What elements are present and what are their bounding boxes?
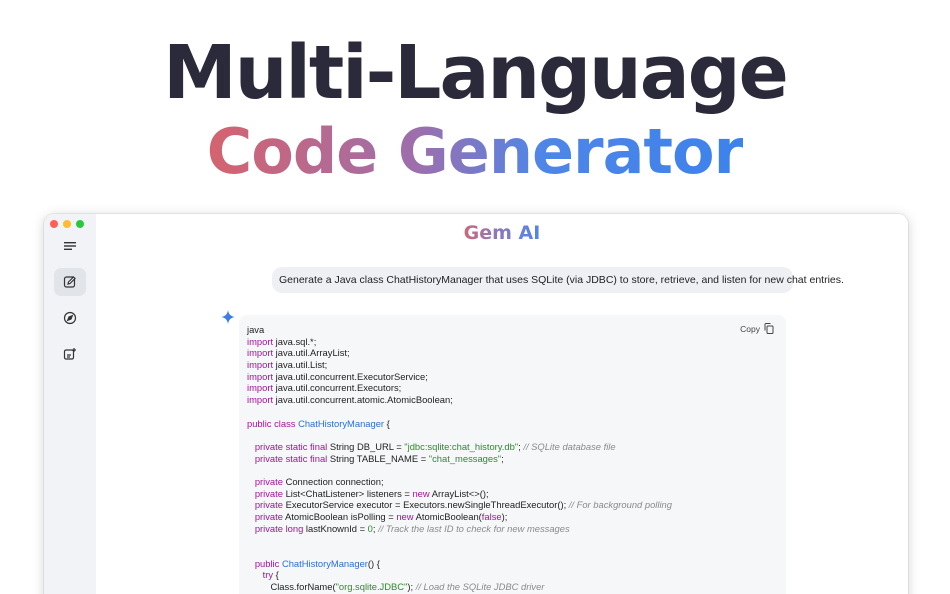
code-line: import java.util.ArrayList; (247, 347, 350, 359)
code-content: java import java.sql.*; import java.util… (247, 324, 776, 593)
code-line: private List<ChatListener> listeners = n… (254, 487, 489, 499)
code-language: java (247, 324, 265, 335)
code-line: Class.forName("org.sqlite.JDBC"); // Loa… (270, 581, 545, 593)
app-title: Gem AI (463, 222, 541, 244)
add-note-icon (63, 348, 76, 360)
sidebar (44, 214, 96, 594)
code-line: private long lastKnownId = 0; // Track t… (254, 522, 570, 534)
minimize-window-button[interactable] (63, 220, 71, 228)
code-line: private static final String DB_URL = "jd… (254, 440, 616, 452)
code-line: import java.util.concurrent.ExecutorServ… (247, 370, 428, 382)
chat-area: Gem AI Generate a Java class ChatHistory… (96, 214, 908, 594)
hero-title: Multi-Language (163, 30, 789, 116)
code-block: Copy java import java.sql.*; import java… (239, 315, 786, 594)
close-window-button[interactable] (50, 220, 58, 228)
code-line: public class ChatHistoryManager { (247, 417, 390, 429)
window-controls (50, 220, 84, 228)
explore-button[interactable] (54, 304, 86, 332)
menu-icon (64, 242, 76, 250)
code-line: public ChatHistoryManager() { (254, 557, 380, 569)
code-line: private AtomicBoolean isPolling = new At… (254, 511, 508, 522)
new-chat-icon (63, 276, 76, 288)
code-line: try { (262, 569, 279, 581)
user-message: Generate a Java class ChatHistoryManager… (272, 267, 844, 293)
menu-button[interactable] (54, 232, 86, 260)
code-line: import java.util.List; (247, 359, 328, 371)
app-window: Gem AI Generate a Java class ChatHistory… (44, 214, 908, 594)
maximize-window-button[interactable] (76, 220, 84, 228)
code-line: private static final String TABLE_NAME =… (254, 452, 504, 464)
code-line: private Connection connection; (254, 475, 384, 487)
code-line: import java.util.concurrent.atomic.Atomi… (247, 394, 453, 406)
code-line: import java.util.concurrent.Executors; (247, 382, 402, 394)
add-note-button[interactable] (54, 340, 86, 368)
code-line: import java.sql.*; (247, 335, 317, 347)
gem-sparkle-icon (221, 310, 235, 324)
new-chat-button[interactable] (54, 268, 86, 296)
hero-subtitle: Code Generator (206, 115, 744, 188)
code-line: private ExecutorService executor = Execu… (254, 499, 672, 511)
compass-icon (63, 311, 77, 325)
